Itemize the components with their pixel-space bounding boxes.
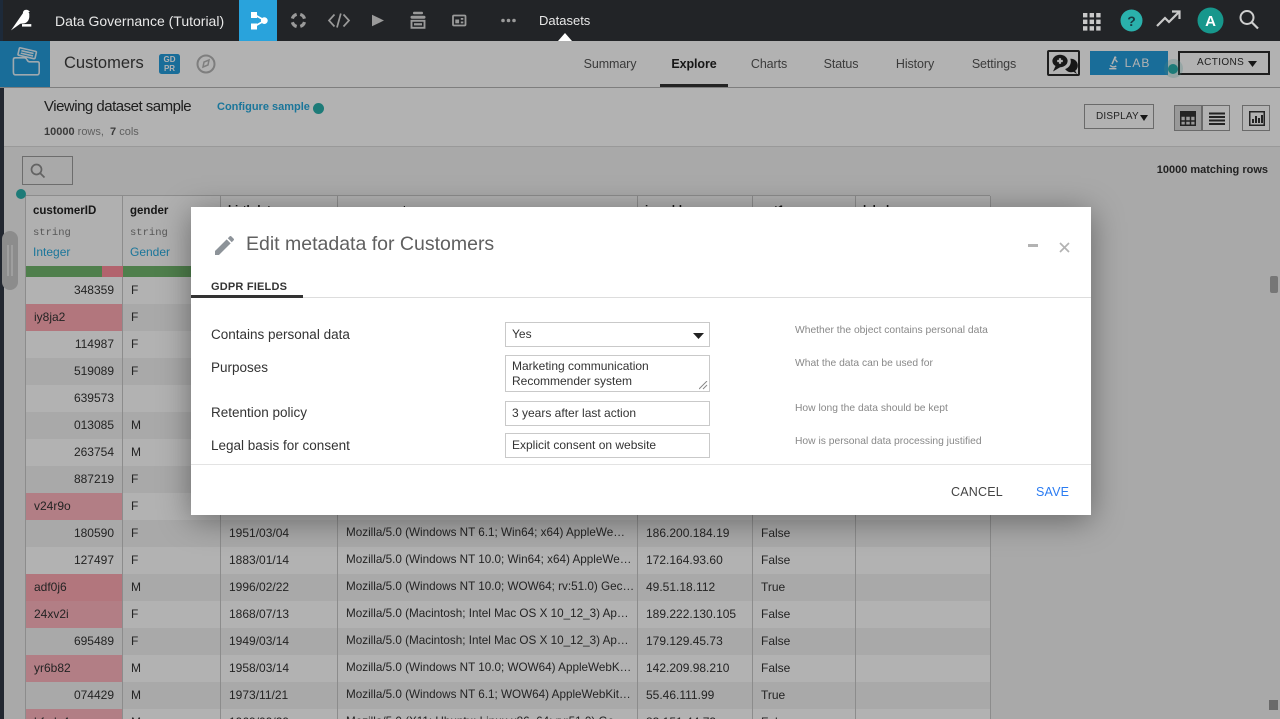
svg-text:A: A: [1205, 13, 1216, 30]
svg-text:?: ?: [1127, 13, 1136, 29]
